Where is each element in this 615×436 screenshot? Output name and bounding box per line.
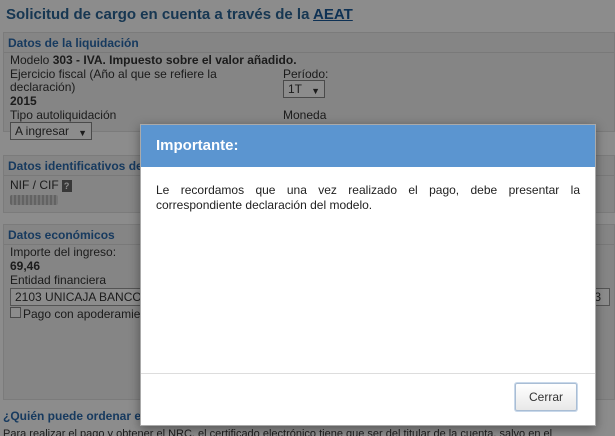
important-dialog: Importante: Le recordamos que una vez re… — [140, 124, 596, 426]
dialog-footer: Cerrar — [141, 373, 595, 425]
dialog-title: Importante: — [141, 125, 595, 167]
dialog-message: Le recordamos que una vez realizado el p… — [156, 183, 580, 212]
close-button[interactable]: Cerrar — [515, 383, 577, 411]
